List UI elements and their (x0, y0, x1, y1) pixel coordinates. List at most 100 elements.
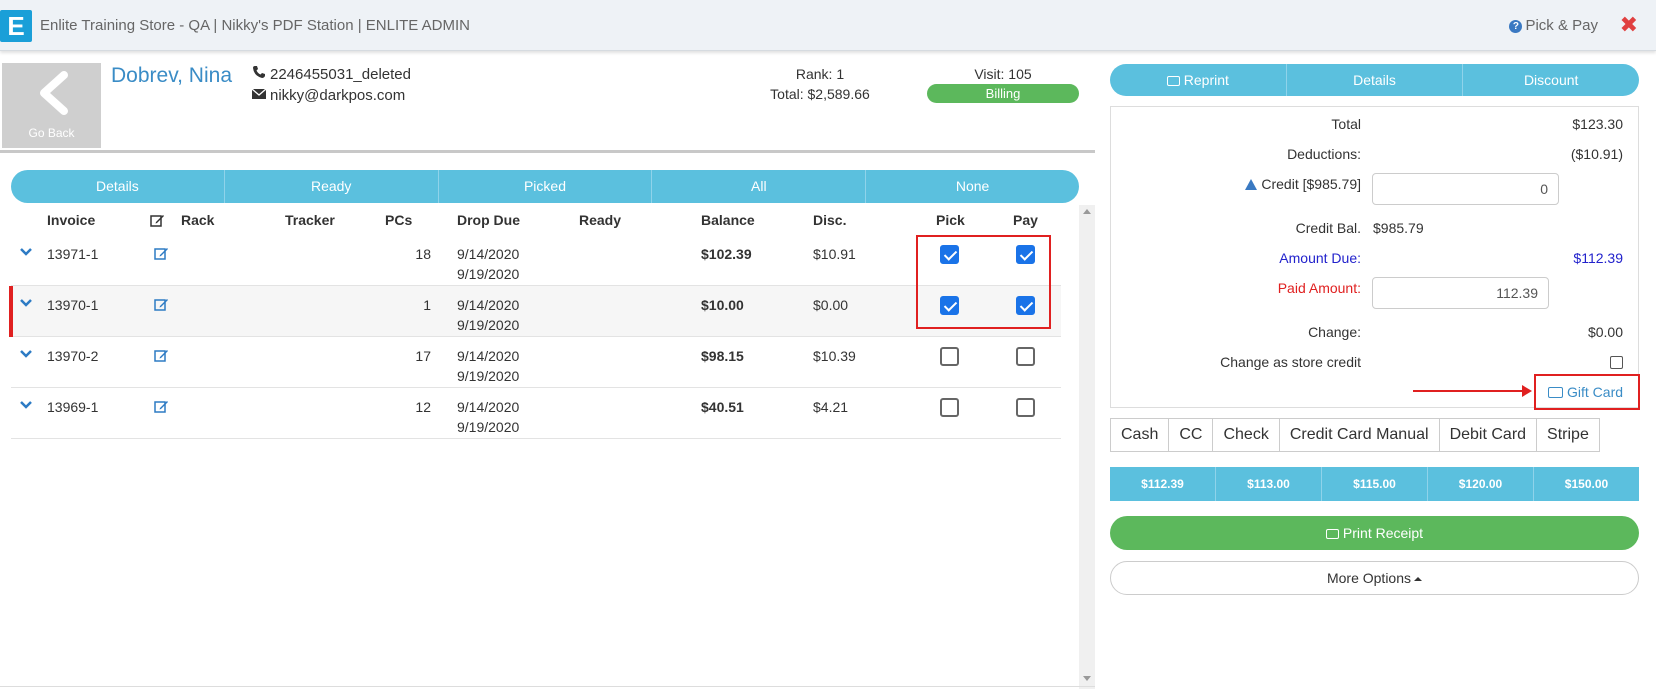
filter-details[interactable]: Details (11, 170, 225, 203)
pay-checkbox[interactable] (1016, 347, 1035, 366)
change-label: Change: (1308, 324, 1361, 340)
scroll-up-icon[interactable] (1083, 209, 1091, 214)
discount-button[interactable]: Discount (1463, 64, 1639, 96)
quick-amount-button[interactable]: $115.00 (1322, 467, 1428, 501)
edit-icon[interactable] (154, 348, 169, 363)
table-row[interactable]: 13970-2 17 9/14/2020 9/19/2020 $98.15 $1… (11, 337, 1061, 388)
invoice-number: 13971-1 (47, 246, 99, 262)
total-label: Total (1331, 116, 1361, 132)
pieces-count: 12 (415, 399, 431, 415)
order-action-tabs: Reprint Details Discount (1110, 64, 1639, 96)
discount-value: $10.39 (813, 348, 856, 364)
printer-icon (1325, 529, 1339, 539)
customer-name[interactable]: Dobrev, Nina (111, 64, 232, 88)
credit-input[interactable]: 0 (1372, 173, 1559, 205)
change-value: $0.00 (1587, 324, 1623, 340)
pay-cc-button[interactable]: CC (1168, 418, 1214, 452)
paid-amount-input[interactable]: 112.39 (1372, 277, 1549, 309)
col-balance: Balance (701, 212, 755, 228)
customer-visit: Visit: 105 (974, 66, 1032, 82)
amount-due-value: $112.39 (1573, 250, 1623, 266)
col-ready: Ready (579, 212, 622, 228)
col-tracker: Tracker (285, 212, 335, 228)
filter-ready[interactable]: Ready (225, 170, 439, 203)
table-row[interactable]: 13969-1 12 9/14/2020 9/19/2020 $40.51 $4… (11, 388, 1061, 439)
customer-email: nikky@darkpos.com (252, 87, 405, 104)
table-scrollbar[interactable] (1079, 205, 1095, 689)
billing-status-badge: Billing (927, 84, 1079, 103)
details-button[interactable]: Details (1287, 64, 1464, 96)
drop-date: 9/14/2020 (457, 246, 520, 262)
pay-debit-card-button[interactable]: Debit Card (1438, 418, 1538, 452)
chevron-down-icon[interactable] (19, 247, 33, 257)
credit-balance-value: $985.79 (1373, 220, 1424, 236)
chevron-down-icon[interactable] (19, 298, 33, 308)
pay-stripe-button[interactable]: Stripe (1536, 418, 1600, 452)
print-receipt-button[interactable]: Print Receipt (1110, 516, 1639, 550)
pay-checkbox[interactable] (1016, 398, 1035, 417)
credit-balance-label: Credit Bal. (1295, 220, 1361, 236)
pick-checkbox[interactable] (940, 398, 959, 417)
col-pick: Pick (936, 212, 965, 228)
drop-date: 9/14/2020 (457, 297, 520, 313)
col-pay: Pay (1013, 212, 1038, 228)
discount-value: $0.00 (813, 297, 849, 313)
top-bar: E Enlite Training Store - QA | Nikky's P… (0, 0, 1656, 51)
due-date: 9/19/2020 (457, 266, 520, 282)
quick-amount-button[interactable]: $120.00 (1428, 467, 1534, 501)
table-row[interactable]: 13971-1 18 9/14/2020 9/19/2020 $102.39 $… (11, 235, 1061, 286)
header-divider (0, 150, 1095, 153)
pieces-count: 1 (423, 297, 431, 313)
pay-credit-card-manual-button[interactable]: Credit Card Manual (1278, 418, 1440, 452)
store-credit-checkbox[interactable] (1610, 356, 1623, 369)
drop-date: 9/14/2020 (457, 399, 520, 415)
customer-rank: Rank: 1 (795, 66, 845, 82)
pay-check-button[interactable]: Check (1212, 418, 1280, 452)
close-icon[interactable]: ✖ (1620, 12, 1638, 38)
table-bottom-divider (0, 686, 1095, 687)
annotation-arrow (1413, 385, 1532, 397)
paid-amount-label: Paid Amount: (1277, 280, 1361, 296)
id-card-icon (1548, 387, 1563, 398)
quick-amount-buttons: $112.39 $113.00 $115.00 $120.00 $150.00 (1110, 467, 1639, 501)
table-row[interactable]: 13970-1 1 9/14/2020 9/19/2020 $10.00 $0.… (11, 286, 1061, 337)
customer-total: Total: $2,589.66 (770, 86, 870, 102)
col-pcs: PCs (385, 212, 413, 228)
checkbox-highlight-annotation (916, 235, 1051, 329)
col-invoice: Invoice (47, 212, 96, 228)
total-value: $123.30 (1572, 116, 1623, 132)
amount-due-label: Amount Due: (1279, 250, 1361, 266)
balance-value: $40.51 (701, 399, 744, 415)
chevron-down-icon[interactable] (19, 349, 33, 359)
deductions-value: ($10.91) (1570, 146, 1623, 162)
filter-none[interactable]: None (866, 170, 1079, 203)
due-date: 9/19/2020 (457, 368, 520, 384)
edit-icon[interactable] (154, 399, 169, 414)
pick-pay-help-link[interactable]: ? Pick & Pay (1509, 17, 1598, 34)
gift-card-button[interactable]: Gift Card (1534, 374, 1640, 410)
quick-amount-button[interactable]: $112.39 (1110, 467, 1216, 501)
scroll-down-icon[interactable] (1083, 676, 1091, 681)
discount-value: $4.21 (813, 399, 849, 415)
due-date: 9/19/2020 (457, 419, 520, 435)
quick-amount-button[interactable]: $150.00 (1534, 467, 1639, 501)
pick-checkbox[interactable] (940, 347, 959, 366)
chevron-down-icon[interactable] (19, 400, 33, 410)
more-options-button[interactable]: More Options (1110, 561, 1639, 595)
edit-header-icon (150, 215, 164, 227)
edit-icon[interactable] (154, 246, 169, 261)
balance-value: $102.39 (701, 246, 752, 262)
quick-amount-button[interactable]: $113.00 (1216, 467, 1322, 501)
reprint-button[interactable]: Reprint (1110, 64, 1287, 96)
edit-icon[interactable] (154, 297, 169, 312)
pay-cash-button[interactable]: Cash (1110, 418, 1170, 452)
app-title: Enlite Training Store - QA | Nikky's PDF… (40, 17, 470, 34)
filter-picked[interactable]: Picked (439, 170, 653, 203)
printer-icon (1166, 76, 1180, 86)
invoice-number: 13970-2 (47, 348, 99, 364)
filter-all[interactable]: All (652, 170, 867, 203)
go-back-button[interactable]: Go Back (2, 63, 101, 148)
go-back-label: Go Back (28, 126, 75, 140)
payment-type-buttons: Cash CC Check Credit Card Manual Debit C… (1110, 418, 1600, 452)
warning-icon (1245, 179, 1258, 190)
